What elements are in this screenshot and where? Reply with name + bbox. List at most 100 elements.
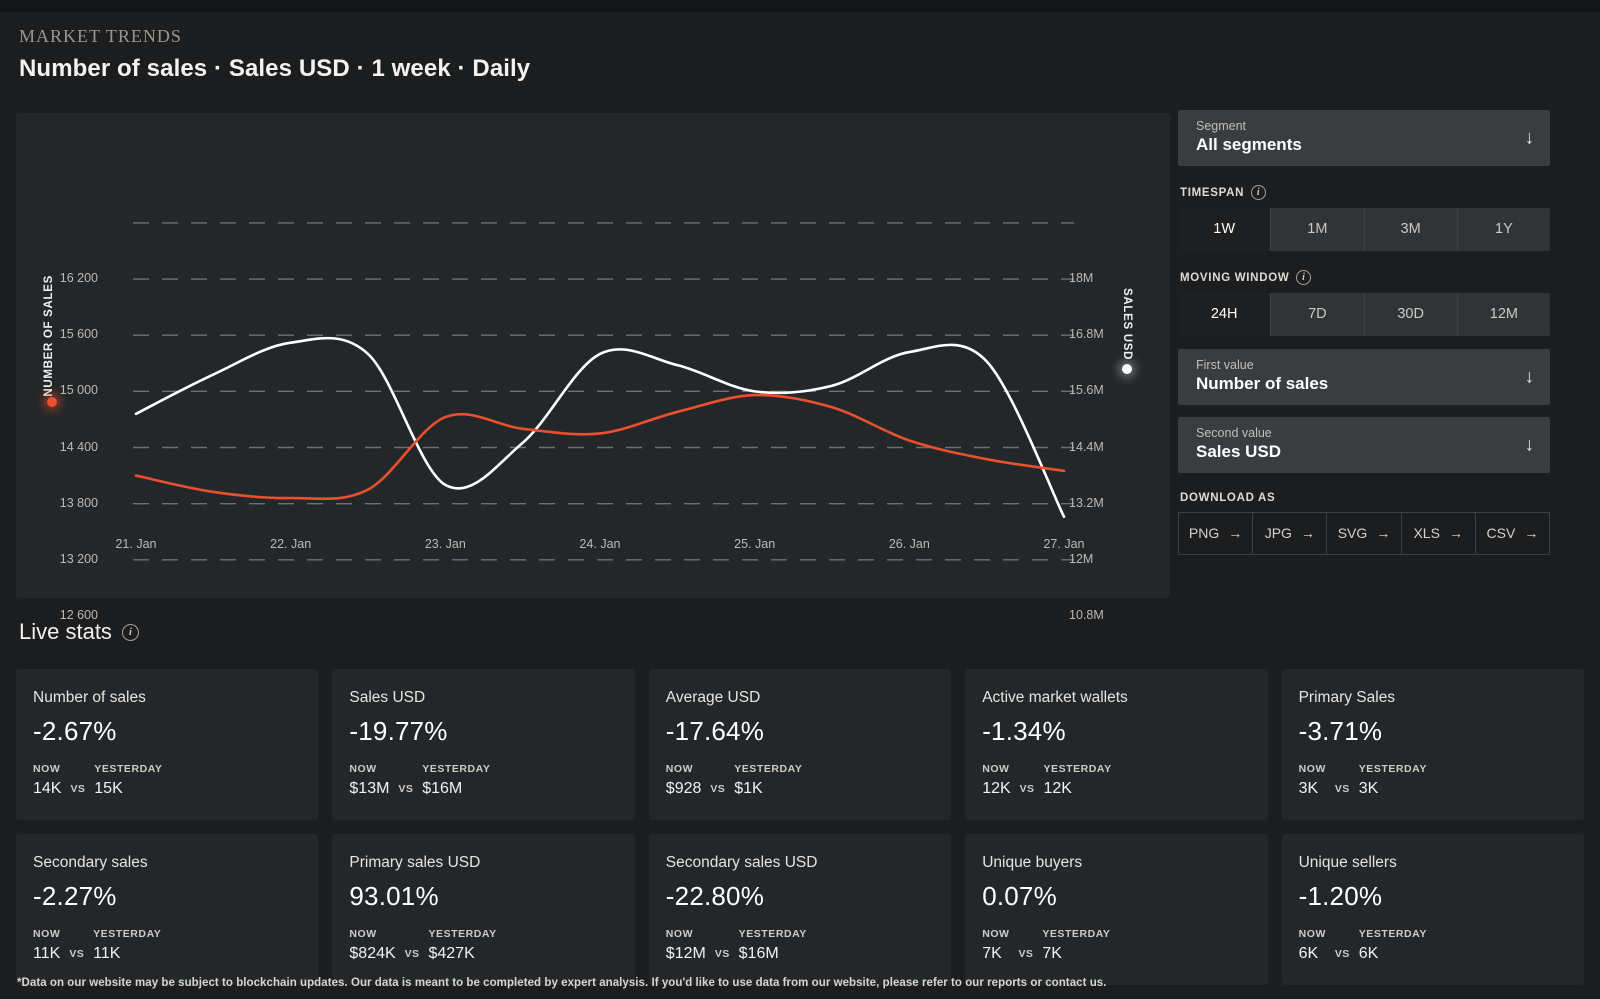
x-axis-tick-label: 27. Jan — [1043, 537, 1085, 551]
timespan-option-1w[interactable]: 1W — [1178, 208, 1272, 251]
x-axis-tick-label: 25. Jan — [734, 537, 776, 551]
stat-now-value: 3K — [1298, 780, 1319, 797]
timespan-label-row: TIMESPAN i — [1180, 185, 1550, 200]
chevron-down-icon: ↓ — [1524, 366, 1535, 388]
timespan-option-3m[interactable]: 3M — [1365, 208, 1458, 251]
stat-yesterday-caption: YESTERDAY — [1358, 928, 1427, 940]
stat-card-title: Primary sales USD — [349, 854, 481, 871]
moving-window-option-30d[interactable]: 30D — [1365, 293, 1458, 336]
stat-yesterday-caption: YESTERDAY — [93, 928, 162, 940]
info-icon[interactable]: i — [121, 623, 139, 641]
stat-now-value: 6K — [1298, 945, 1319, 962]
arrow-right-icon: → — [1300, 525, 1315, 541]
y-axis-left-tick-label: 15 000 — [59, 383, 98, 398]
moving-window-label-row: MOVING WINDOW i — [1180, 270, 1550, 285]
stat-now-column: NOW 12K — [982, 763, 1010, 798]
stat-yesterday-value: 6K — [1358, 945, 1379, 962]
download-svg-button[interactable]: SVG → — [1326, 512, 1401, 555]
stat-card: Unique sellers -1.20% NOW 6K VS YESTERDAY 6K — [1281, 834, 1584, 985]
moving-window-option-7d[interactable]: 7D — [1271, 293, 1365, 336]
y-axis-left-tick-label: 13 800 — [59, 495, 98, 510]
moving-window-option-24h[interactable]: 24H — [1178, 293, 1272, 336]
y-axis-left-tick-label: 14 400 — [59, 439, 98, 454]
download-format-label: PNG — [1188, 525, 1220, 541]
info-icon[interactable]: i — [1251, 185, 1267, 200]
stat-card: Average USD -17.64% NOW $928 VS YESTERDAY $1K — [648, 669, 952, 820]
stat-card-footer: NOW 7K VS YESTERDAY 7K — [982, 928, 1250, 963]
segment-select[interactable]: Segment All segments ↓ — [1178, 110, 1550, 166]
moving-window-option-12m[interactable]: 12M — [1458, 293, 1550, 336]
stat-yesterday-value: 15K — [94, 780, 123, 797]
stat-yesterday-column: YESTERDAY 6K — [1359, 928, 1427, 963]
stat-now-caption: NOW — [1298, 928, 1326, 940]
stat-now-column: NOW 14K — [33, 763, 61, 798]
stat-yesterday-value: 3K — [1358, 780, 1379, 797]
y-axis-left-tick-label: 13 200 — [59, 551, 98, 566]
segment-select-label: Segment — [1196, 119, 1247, 133]
stat-now-value: 12K — [982, 780, 1011, 797]
stat-card-title: Secondary sales USD — [665, 854, 818, 871]
stat-now-value: 7K — [982, 945, 1002, 962]
stat-now-caption: NOW — [982, 928, 1010, 940]
stat-card: Sales USD -19.77% NOW $13M VS YESTERDAY $16M — [332, 669, 635, 820]
stat-yesterday-column: YESTERDAY $1K — [734, 763, 802, 798]
download-xls-button[interactable]: XLS → — [1400, 512, 1475, 555]
timespan-option-1y[interactable]: 1Y — [1458, 208, 1550, 251]
x-axis-tick-label: 23. Jan — [424, 537, 466, 551]
stat-yesterday-caption: YESTERDAY — [422, 763, 491, 775]
y-axis-right-tick-label: 12M — [1069, 551, 1094, 566]
top-bar — [0, 0, 1600, 12]
stat-now-column: NOW 7K — [982, 928, 1009, 963]
stat-card-percent: 93.01% — [349, 881, 439, 911]
stat-yesterday-column: YESTERDAY $16M — [422, 763, 490, 798]
stat-card-footer: NOW $928 VS YESTERDAY $1K — [666, 763, 934, 798]
chevron-down-icon: ↓ — [1524, 434, 1535, 456]
download-png-button[interactable]: PNG → — [1178, 512, 1253, 555]
stat-card: Unique buyers 0.07% NOW 7K VS YESTERDAY 7K — [965, 834, 1268, 985]
live-stats-heading-row: Live stats i — [19, 619, 139, 645]
stat-vs-caption: VS — [714, 948, 730, 960]
stat-card-footer: NOW $13M VS YESTERDAY $16M — [349, 763, 617, 798]
stat-card: Number of sales -2.67% NOW 14K VS YESTERDAY 15… — [16, 669, 319, 820]
y-axis-right-tick-label: 10.8M — [1069, 607, 1104, 622]
download-csv-button[interactable]: CSV → — [1474, 512, 1551, 555]
second-value-label: Second value — [1196, 426, 1272, 440]
stat-now-caption: NOW — [665, 763, 694, 775]
stat-card-percent: -2.27% — [33, 881, 117, 911]
second-value-select[interactable]: Second value Sales USD ↓ — [1178, 417, 1550, 473]
info-icon[interactable]: i — [1296, 270, 1312, 285]
stat-card: Active market wallets -1.34% NOW 12K VS YESTE… — [965, 669, 1268, 820]
moving-window-toggle-group[interactable]: 24H 7D 30D 12M — [1178, 293, 1550, 336]
stat-yesterday-caption: YESTERDAY — [1043, 763, 1112, 775]
stat-card-percent: -19.77% — [349, 716, 448, 746]
stat-card-title: Sales USD — [349, 689, 426, 706]
moving-window-label: MOVING WINDOW — [1180, 271, 1290, 284]
first-value-label: First value — [1196, 358, 1254, 372]
stat-now-value: $13M — [349, 780, 390, 797]
timespan-option-1m[interactable]: 1M — [1271, 208, 1365, 251]
stat-now-caption: NOW — [33, 928, 61, 940]
download-buttons-group[interactable]: PNG → JPG → SVG → XLS → CSV → — [1178, 512, 1551, 555]
stat-yesterday-column: YESTERDAY 11K — [93, 928, 161, 963]
section-eyebrow: MARKET TRENDS — [19, 26, 182, 46]
stat-yesterday-value: 7K — [1042, 945, 1062, 962]
stat-yesterday-column: YESTERDAY $16M — [739, 928, 807, 963]
stat-card-footer: NOW $824K VS YESTERDAY $427K — [349, 928, 617, 963]
first-value-select[interactable]: First value Number of sales ↓ — [1178, 349, 1550, 405]
arrow-right-icon: → — [1228, 525, 1243, 541]
stat-card-percent: -22.80% — [665, 881, 765, 911]
stat-card-footer: NOW 14K VS YESTERDAY 15K — [33, 763, 301, 798]
stat-card-footer: NOW 3K VS YESTERDAY 3K — [1299, 763, 1567, 798]
stat-yesterday-caption: YESTERDAY — [1358, 763, 1427, 775]
stat-now-value: 11K — [33, 945, 61, 962]
download-format-label: CSV — [1486, 525, 1516, 541]
market-trends-page: MARKET TRENDS Number of sales · Sales US… — [0, 0, 1600, 999]
timespan-toggle-group[interactable]: 1W 1M 3M 1Y — [1178, 208, 1550, 251]
stat-card-footer: NOW 12K VS YESTERDAY 12K — [982, 763, 1250, 798]
footer-disclaimer: *Data on our website may be subject to b… — [17, 977, 1107, 989]
stat-now-caption: NOW — [982, 763, 1010, 775]
stat-card: Primary sales USD 93.01% NOW $824K VS YESTERD… — [332, 834, 635, 985]
x-axis-tick-label: 26. Jan — [888, 537, 930, 551]
stat-card-percent: -2.67% — [33, 716, 117, 746]
download-jpg-button[interactable]: JPG → — [1252, 512, 1327, 555]
